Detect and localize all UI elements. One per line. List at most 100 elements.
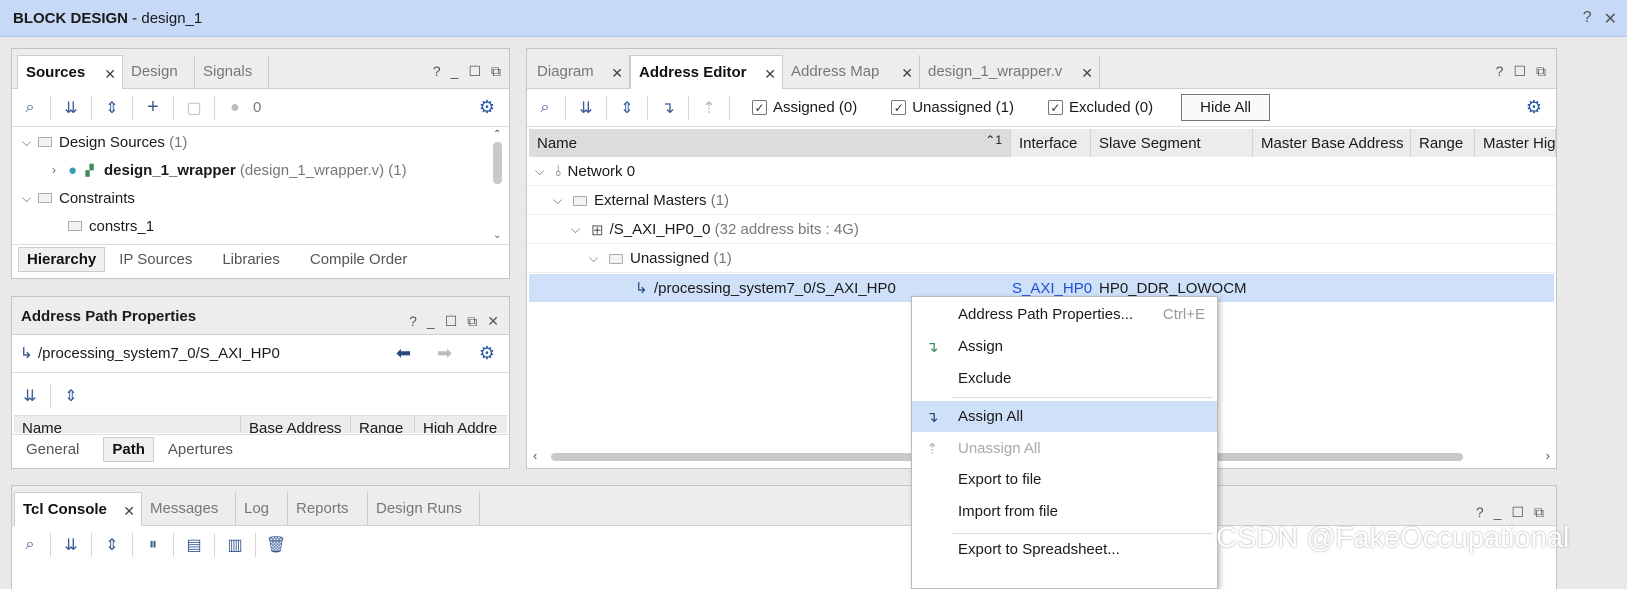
interface-link[interactable]: S_AXI_HP0 (1012, 280, 1092, 297)
filter-assigned-checkbox[interactable]: ✓ Assigned (0) (752, 99, 857, 116)
tab-libraries[interactable]: Libraries (214, 248, 288, 271)
trash-icon[interactable]: 🗑 (258, 530, 294, 560)
chevron-down-icon[interactable]: ⌵ (571, 222, 587, 237)
hide-all-button[interactable]: Hide All (1181, 94, 1271, 121)
maximize-icon[interactable]: ☐ (1513, 63, 1526, 80)
column-header-range[interactable]: Range (1411, 129, 1475, 157)
column-header-range[interactable]: Range (351, 416, 415, 433)
float-icon[interactable]: ⧉ (491, 63, 501, 80)
filter-unassigned-checkbox[interactable]: ✓ Unassigned (1) (891, 99, 1014, 116)
float-icon[interactable]: ⧉ (1536, 63, 1546, 80)
expand-all-icon[interactable]: ⇕ (94, 530, 130, 560)
help-icon[interactable]: ? (409, 313, 417, 330)
column-header-interface[interactable]: Interface (1011, 129, 1091, 157)
column-header-master-high-address[interactable]: Master Hig (1475, 129, 1556, 157)
table-row[interactable]: ⌵ ⫰ Network 0 (527, 158, 1556, 186)
column-header-base-address[interactable]: Base Address (241, 416, 351, 433)
close-icon[interactable]: ✕ (764, 66, 776, 83)
menu-item-export-to-spreadsheet[interactable]: Export to Spreadsheet... (912, 534, 1217, 565)
chevron-down-icon[interactable]: ⌵ (535, 164, 551, 179)
expand-all-icon[interactable]: ⇕ (94, 93, 130, 123)
close-icon[interactable]: ✕ (487, 313, 499, 330)
tab-address-editor[interactable]: Address Editor ✕ (630, 55, 783, 89)
close-icon[interactable]: ✕ (1604, 9, 1617, 29)
close-icon[interactable]: ✕ (1081, 65, 1093, 82)
tab-general[interactable]: General (18, 438, 87, 461)
help-icon[interactable]: ? (1476, 504, 1484, 521)
chevron-down-icon[interactable]: ⌵ (22, 191, 38, 206)
maximize-icon[interactable]: ☐ (468, 63, 481, 80)
minimize-icon[interactable]: _ (427, 313, 435, 330)
pause-icon[interactable]: ⏸ (135, 530, 171, 560)
column-header-name[interactable]: Name (14, 416, 241, 433)
search-icon[interactable]: ⌕ (527, 93, 563, 123)
tab-tcl-console[interactable]: Tcl Console ✕ (14, 492, 142, 526)
search-icon[interactable]: ⌕ (12, 530, 48, 560)
close-icon[interactable]: ✕ (901, 65, 913, 82)
tab-signals[interactable]: Signals (195, 55, 269, 89)
tree-item[interactable]: constrs_1 (12, 212, 509, 240)
tab-diagram[interactable]: Diagram ✕ (529, 55, 630, 89)
vertical-scrollbar[interactable]: ⌃ ⌄ (493, 129, 503, 241)
column-header-slave-segment[interactable]: Slave Segment (1091, 129, 1253, 157)
help-icon[interactable]: ? (1583, 9, 1592, 29)
close-icon[interactable]: ✕ (123, 503, 135, 520)
tab-design[interactable]: Design (123, 55, 195, 89)
gear-icon[interactable]: ⚙ (479, 343, 495, 364)
chevron-down-icon[interactable]: ⌵ (589, 251, 605, 266)
float-icon[interactable]: ⧉ (1534, 504, 1544, 521)
menu-item-assign-all[interactable]: ↴ Assign All (912, 401, 1217, 432)
search-icon[interactable]: ⌕ (12, 93, 48, 123)
column-header-high-address[interactable]: High Addre (415, 416, 507, 433)
table-icon[interactable]: ▥ (217, 530, 253, 560)
menu-item-import-from-file[interactable]: Import from file (912, 496, 1217, 527)
back-arrow-icon[interactable]: ⬅ (396, 343, 411, 364)
collapse-all-icon[interactable]: ⇊ (12, 381, 48, 411)
tab-address-map[interactable]: Address Map ✕ (783, 55, 920, 89)
menu-item-export-to-file[interactable]: Export to file (912, 464, 1217, 495)
tab-reports[interactable]: Reports (288, 492, 368, 526)
tab-apertures[interactable]: Apertures (160, 438, 241, 461)
maximize-icon[interactable]: ☐ (1511, 504, 1524, 521)
column-header-master-base-address[interactable]: Master Base Address (1253, 129, 1411, 157)
tab-path[interactable]: Path (103, 437, 154, 462)
float-icon[interactable]: ⧉ (467, 313, 477, 330)
properties-icon[interactable]: ▢ (176, 93, 212, 123)
menu-item-exclude[interactable]: Exclude (912, 363, 1217, 394)
tab-sources[interactable]: Sources ✕ (17, 55, 123, 89)
expand-all-icon[interactable]: ⇕ (609, 93, 645, 123)
expand-all-icon[interactable]: ⇕ (53, 381, 89, 411)
table-row[interactable]: ⌵ ⊞/S_AXI_HP0_0 (32 address bits : 4G) (527, 216, 1556, 244)
chevron-down-icon[interactable]: ⌵ (553, 193, 569, 208)
collapse-all-icon[interactable]: ⇊ (53, 530, 89, 560)
help-icon[interactable]: ? (1496, 63, 1504, 80)
tab-messages[interactable]: Messages (142, 492, 236, 526)
table-row[interactable]: ⌵ Unassigned (1) (527, 245, 1556, 273)
menu-item-address-path-properties[interactable]: Address Path Properties... Ctrl+E (912, 299, 1217, 330)
chevron-down-icon[interactable]: ⌵ (22, 135, 38, 150)
tab-compile-order[interactable]: Compile Order (302, 248, 416, 271)
maximize-icon[interactable]: ☐ (445, 313, 458, 330)
column-header-name[interactable]: Name ⌃1 (529, 129, 1011, 157)
collapse-all-icon[interactable]: ⇊ (53, 93, 89, 123)
tab-log[interactable]: Log (236, 492, 288, 526)
tab-ip-sources[interactable]: IP Sources (111, 248, 200, 271)
forward-arrow-icon[interactable]: ➡ (437, 343, 452, 364)
tab-hierarchy[interactable]: Hierarchy (18, 247, 106, 272)
menu-item-assign[interactable]: ↴ Assign (912, 331, 1217, 362)
unassign-icon[interactable]: ⇡ (691, 93, 727, 123)
add-icon[interactable]: + (135, 93, 171, 123)
tree-item[interactable]: ⌵ Design Sources (1) (12, 128, 509, 156)
filter-excluded-checkbox[interactable]: ✓ Excluded (0) (1047, 99, 1153, 116)
close-icon[interactable]: ✕ (104, 66, 116, 83)
minimize-icon[interactable]: _ (451, 63, 459, 80)
tab-design-runs[interactable]: Design Runs (368, 492, 480, 526)
menu-item-unassign-all[interactable]: ⇡ Unassign All (912, 433, 1217, 464)
close-icon[interactable]: ✕ (611, 65, 623, 82)
chevron-right-icon[interactable]: › (52, 163, 68, 177)
copy-icon[interactable]: ▤ (176, 530, 212, 560)
tree-item[interactable]: › ● ▗▘ design_1_wrapper (design_1_wrapper.v… (12, 156, 509, 184)
help-icon[interactable]: ? (433, 63, 441, 80)
gear-icon[interactable]: ⚙ (1526, 97, 1542, 118)
assign-icon[interactable]: ↴ (650, 93, 686, 123)
